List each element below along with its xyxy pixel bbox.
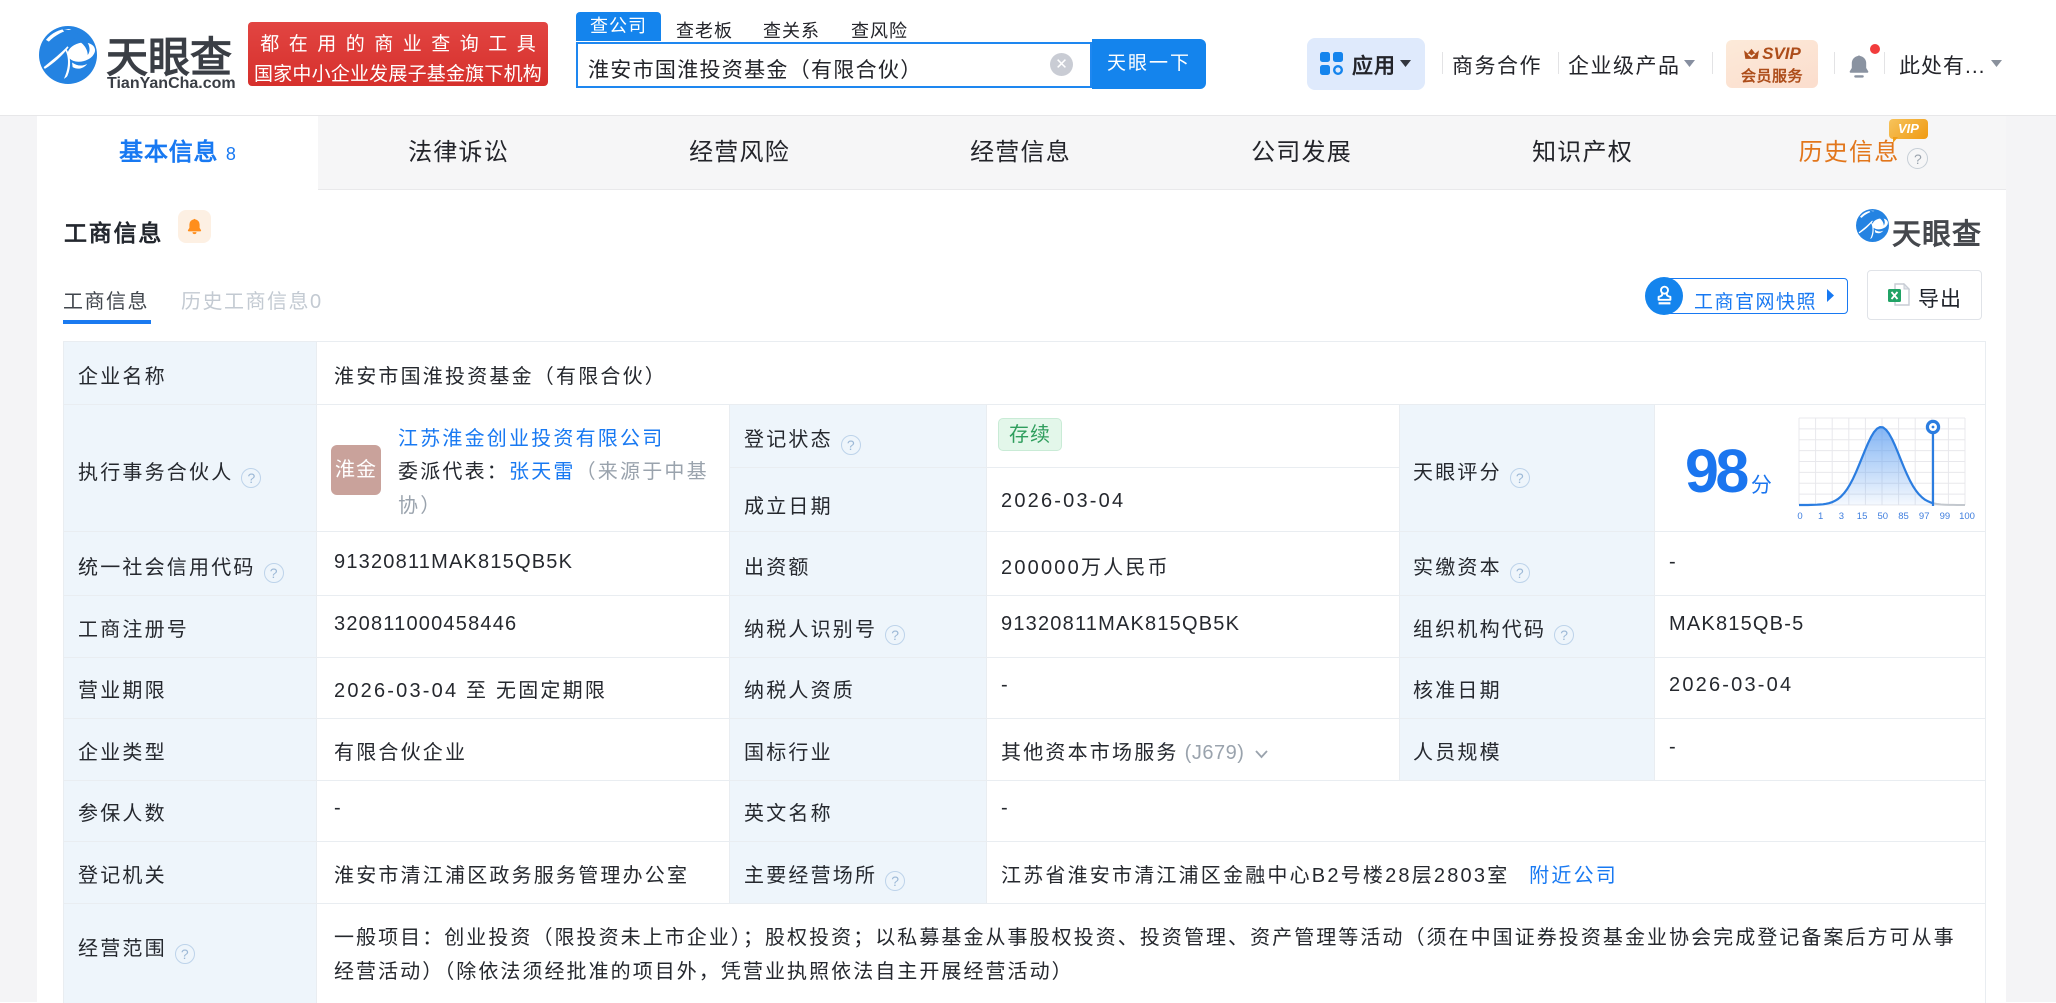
svg-text:15: 15 [1857, 511, 1868, 522]
svg-text:50: 50 [1878, 511, 1889, 522]
svg-text:100: 100 [1959, 511, 1975, 522]
svg-text:85: 85 [1898, 511, 1909, 522]
svg-text:1: 1 [1818, 511, 1823, 522]
svg-text:3: 3 [1839, 511, 1844, 522]
svg-text:99: 99 [1940, 511, 1951, 522]
svg-text:97: 97 [1919, 511, 1930, 522]
svg-text:0: 0 [1797, 511, 1802, 522]
